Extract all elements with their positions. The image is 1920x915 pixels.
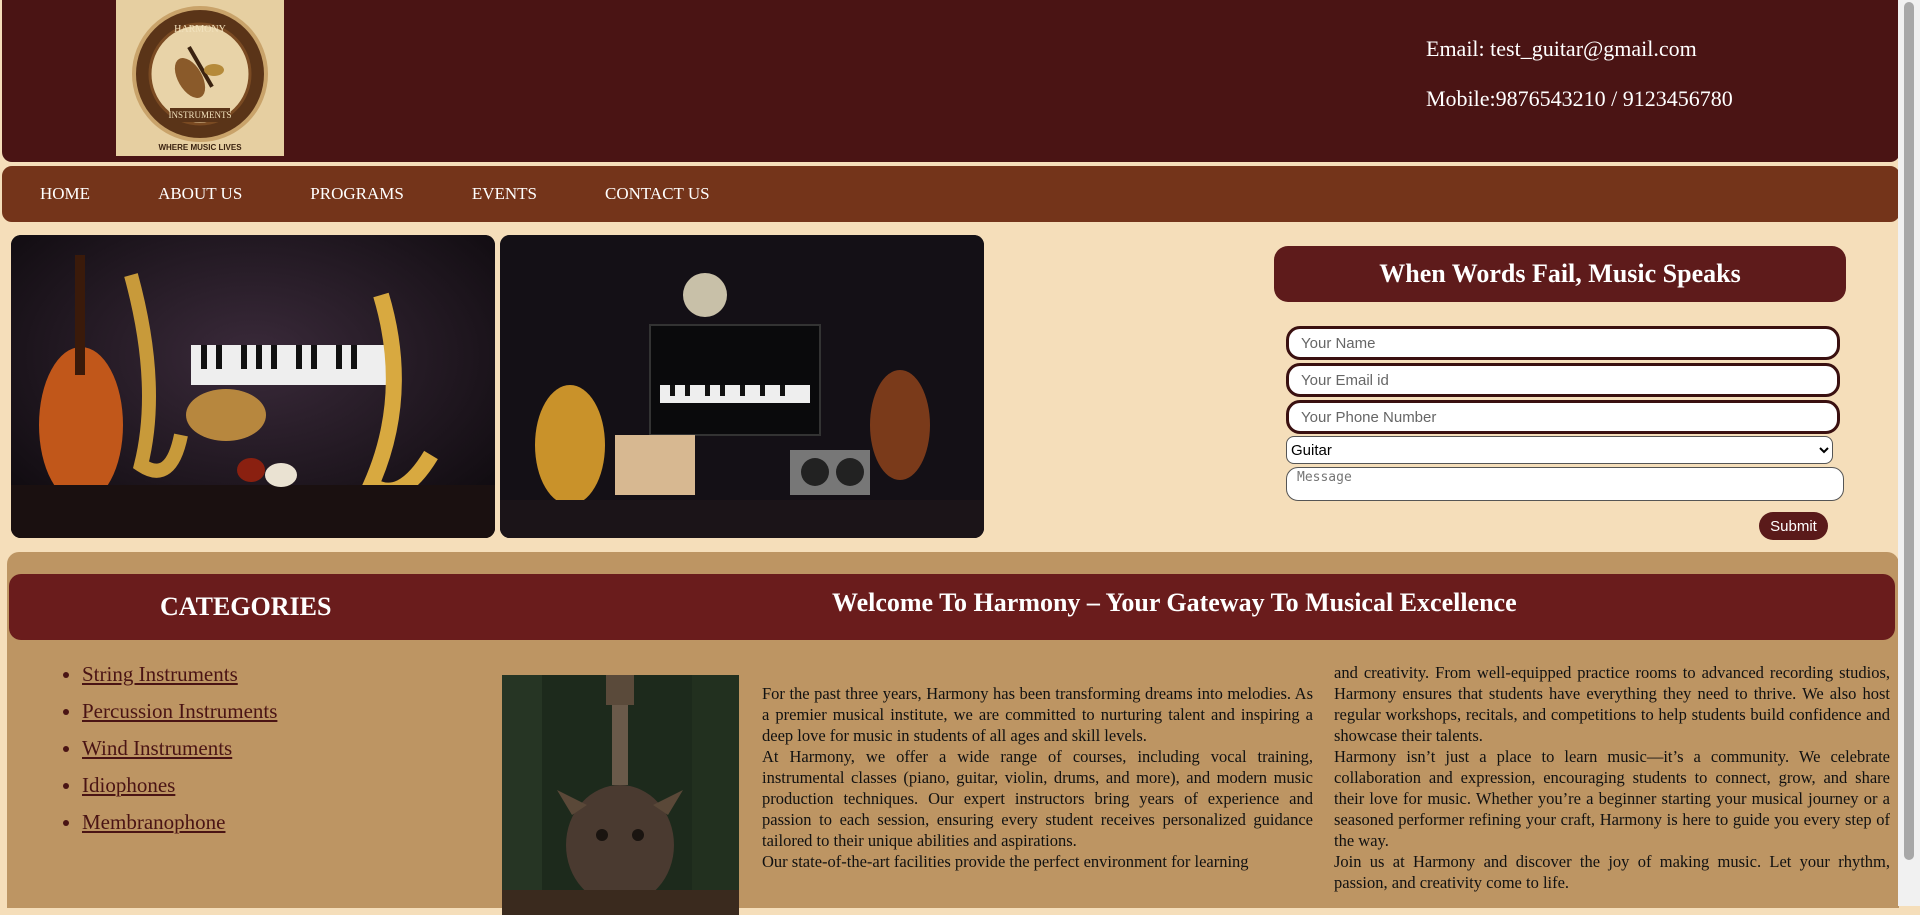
email-input[interactable] [1286, 363, 1840, 397]
site-header: INSTRUMENTS HARMONY WHERE MUSIC LIVES Em… [0, 0, 1902, 164]
nav-contact-us[interactable]: CONTACT US [605, 184, 710, 204]
list-item: Membranophone [82, 810, 277, 835]
svg-text:WHERE MUSIC LIVES: WHERE MUSIC LIVES [158, 143, 242, 152]
header-mobile: Mobile:9876543210 / 9123456780 [1426, 86, 1733, 111]
category-link-string[interactable]: String Instruments [82, 662, 238, 686]
submit-button[interactable]: Submit [1759, 512, 1828, 540]
list-item: Idiophones [82, 773, 277, 798]
list-item: String Instruments [82, 662, 277, 687]
nav-about-us[interactable]: ABOUT US [158, 184, 242, 204]
scrollbar-thumb[interactable] [1904, 2, 1914, 860]
nav-programs[interactable]: PROGRAMS [310, 184, 404, 204]
welcome-text-col2: and creativity. From well-equipped pract… [1334, 662, 1890, 893]
category-link-membranophone[interactable]: Membranophone [82, 810, 225, 834]
categories-title: CATEGORIES [160, 592, 332, 621]
main-nav: HOME ABOUT US PROGRAMS EVENTS CONTACT US [0, 164, 1902, 224]
category-link-percussion[interactable]: Percussion Instruments [82, 699, 277, 723]
paragraph: Join us at Harmony and discover the joy … [1334, 852, 1890, 892]
paragraph: and creativity. From well-equipped pract… [1334, 663, 1890, 745]
svg-text:HARMONY: HARMONY [174, 24, 226, 35]
hero-instruments-image-1 [11, 235, 495, 538]
paragraph: Harmony isn’t just a place to learn musi… [1334, 747, 1890, 850]
categories-list: String Instruments Percussion Instrument… [38, 662, 277, 847]
guitar-image [502, 675, 739, 915]
nav-home[interactable]: HOME [40, 184, 90, 204]
list-item: Percussion Instruments [82, 699, 277, 724]
paragraph: For the past three years, Harmony has be… [762, 684, 1313, 745]
hero-instruments-image-2 [500, 235, 984, 538]
phone-input[interactable] [1286, 400, 1840, 434]
header-email: Email: test_guitar@gmail.com [1426, 36, 1697, 61]
paragraph: At Harmony, we offer a wide range of cou… [762, 747, 1313, 850]
instrument-select[interactable]: Guitar [1286, 436, 1833, 464]
nav-events[interactable]: EVENTS [472, 184, 537, 204]
content-section: CATEGORIES Welcome To Harmony – Your Gat… [5, 550, 1901, 915]
contact-info: Email: test_guitar@gmail.com Mobile:9876… [1426, 36, 1733, 136]
form-title: When Words Fail, Music Speaks [1274, 246, 1846, 302]
category-link-wind[interactable]: Wind Instruments [82, 736, 232, 760]
harmony-logo[interactable]: INSTRUMENTS HARMONY WHERE MUSIC LIVES [116, 0, 284, 156]
welcome-title: Welcome To Harmony – Your Gateway To Mus… [832, 588, 1517, 617]
svg-text:INSTRUMENTS: INSTRUMENTS [168, 110, 231, 120]
list-item: Wind Instruments [82, 736, 277, 761]
paragraph: Our state-of-the-art facilities provide … [762, 852, 1249, 871]
welcome-text-col1: For the past three years, Harmony has be… [762, 683, 1313, 872]
message-textarea[interactable] [1286, 467, 1844, 501]
name-input[interactable] [1286, 326, 1840, 360]
category-link-idiophones[interactable]: Idiophones [82, 773, 175, 797]
